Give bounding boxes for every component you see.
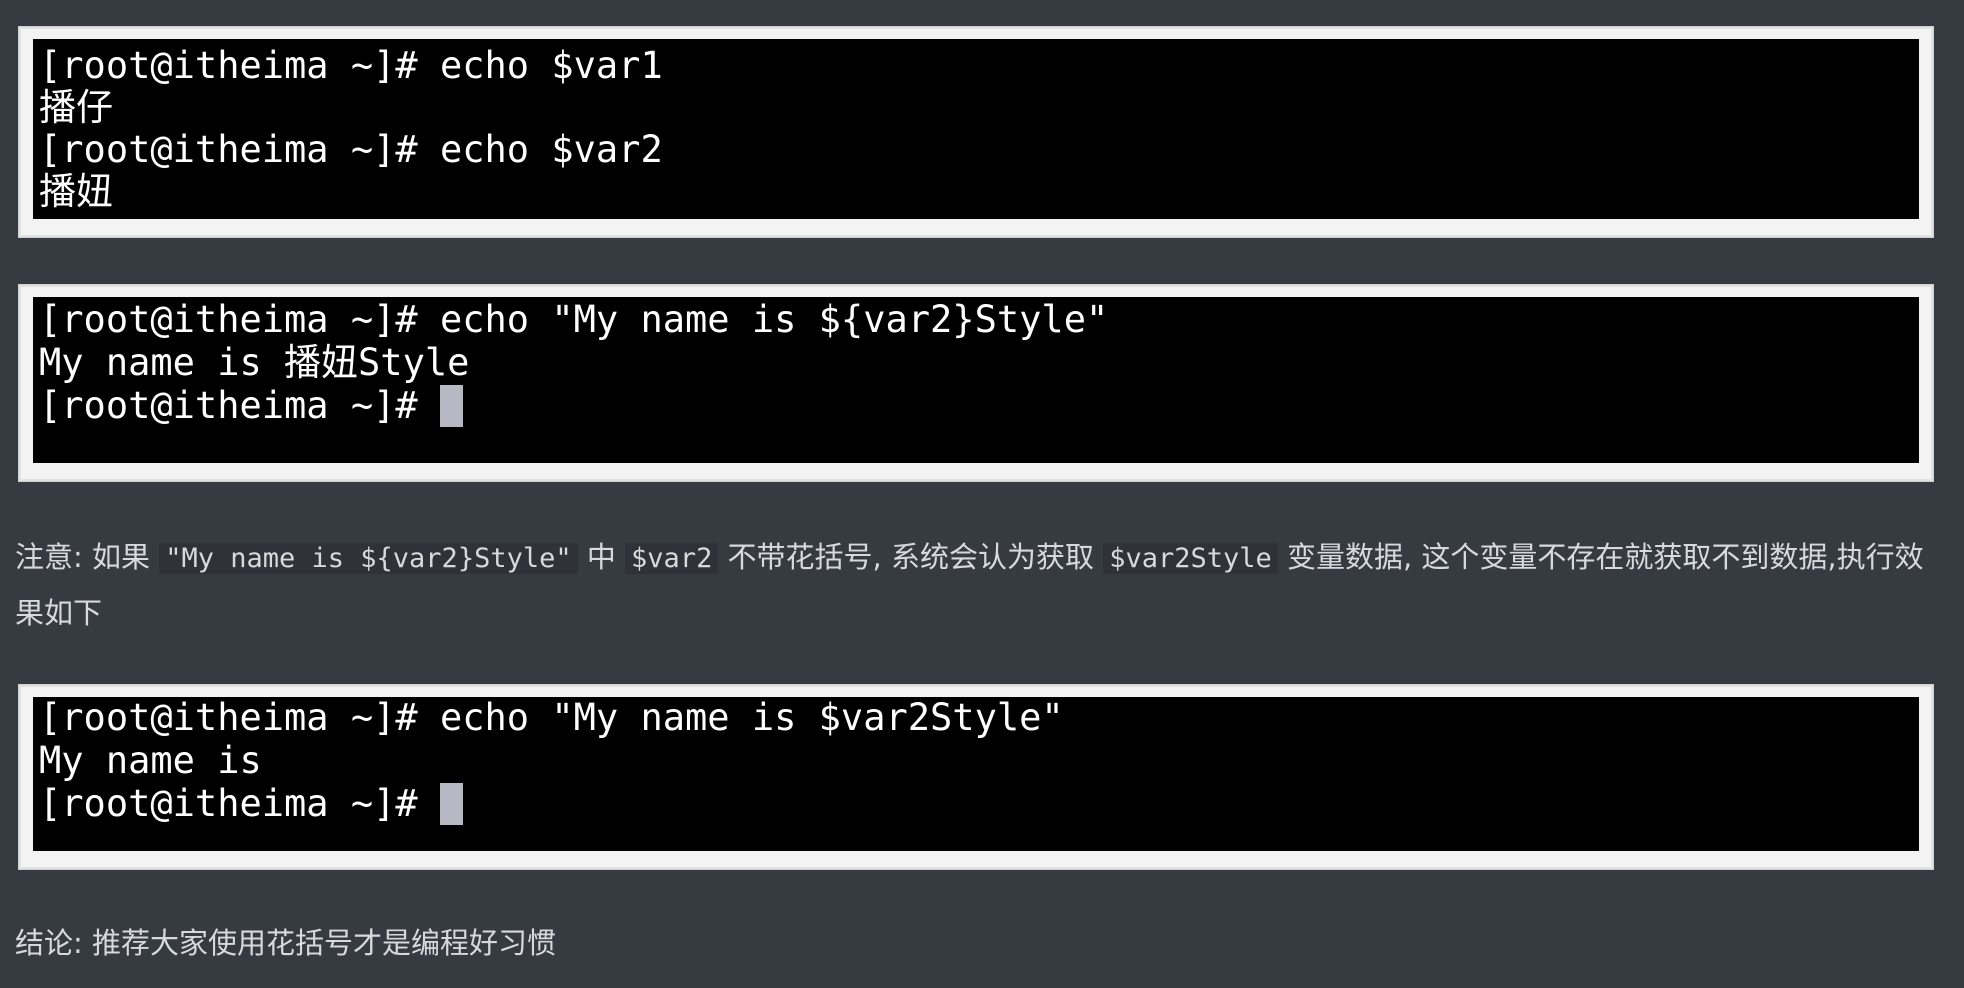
terminal-line: [root@itheima ~]# echo "My name is $var2… — [39, 697, 1064, 739]
terminal-prompt-line: [root@itheima ~]# — [39, 783, 463, 825]
terminal-screenshot-1: [root@itheima ~]# echo $var1 播仔 [root@it… — [18, 26, 1934, 238]
terminal-prompt: [root@itheima ~]# — [39, 782, 440, 825]
terminal-line: [root@itheima ~]# echo "My name is ${var… — [39, 298, 1109, 341]
terminal-line: My name is 播妞Style — [39, 341, 470, 384]
terminal-line: 播仔 — [39, 86, 113, 129]
terminal-prompt-line: [root@itheima ~]# — [39, 385, 463, 427]
terminal-screen-3: [root@itheima ~]# echo "My name is $var2… — [33, 697, 1919, 851]
terminal-cursor — [439, 385, 463, 427]
inline-code: $var2Style — [1103, 543, 1278, 574]
note-prefix: 注意: 如果 — [15, 540, 160, 574]
terminal-prompt: [root@itheima ~]# — [39, 384, 440, 427]
note-paragraph: 注意: 如果 "My name is ${var2}Style" 中 $var2… — [15, 530, 1945, 640]
terminal-line: [root@itheima ~]# echo $var1 — [39, 44, 663, 87]
terminal-screen-2: [root@itheima ~]# echo "My name is ${var… — [33, 297, 1919, 463]
terminal-line: My name is — [39, 739, 262, 782]
note-text: 中 — [577, 540, 626, 574]
note-text: 不带花括号, 系统会认为获取 — [718, 540, 1104, 574]
terminal-screen-1: [root@itheima ~]# echo $var1 播仔 [root@it… — [33, 39, 1919, 219]
terminal-line: 播妞 — [39, 170, 113, 213]
terminal-cursor — [439, 783, 463, 825]
terminal-line: [root@itheima ~]# echo $var2 — [39, 128, 663, 171]
inline-code: $var2 — [625, 543, 719, 574]
conclusion-paragraph: 结论: 推荐大家使用花括号才是编程好习惯 — [15, 926, 556, 960]
terminal-screenshot-3: [root@itheima ~]# echo "My name is $var2… — [18, 684, 1934, 870]
inline-code: "My name is ${var2}Style" — [159, 543, 578, 574]
terminal-screenshot-2: [root@itheima ~]# echo "My name is ${var… — [18, 284, 1934, 482]
